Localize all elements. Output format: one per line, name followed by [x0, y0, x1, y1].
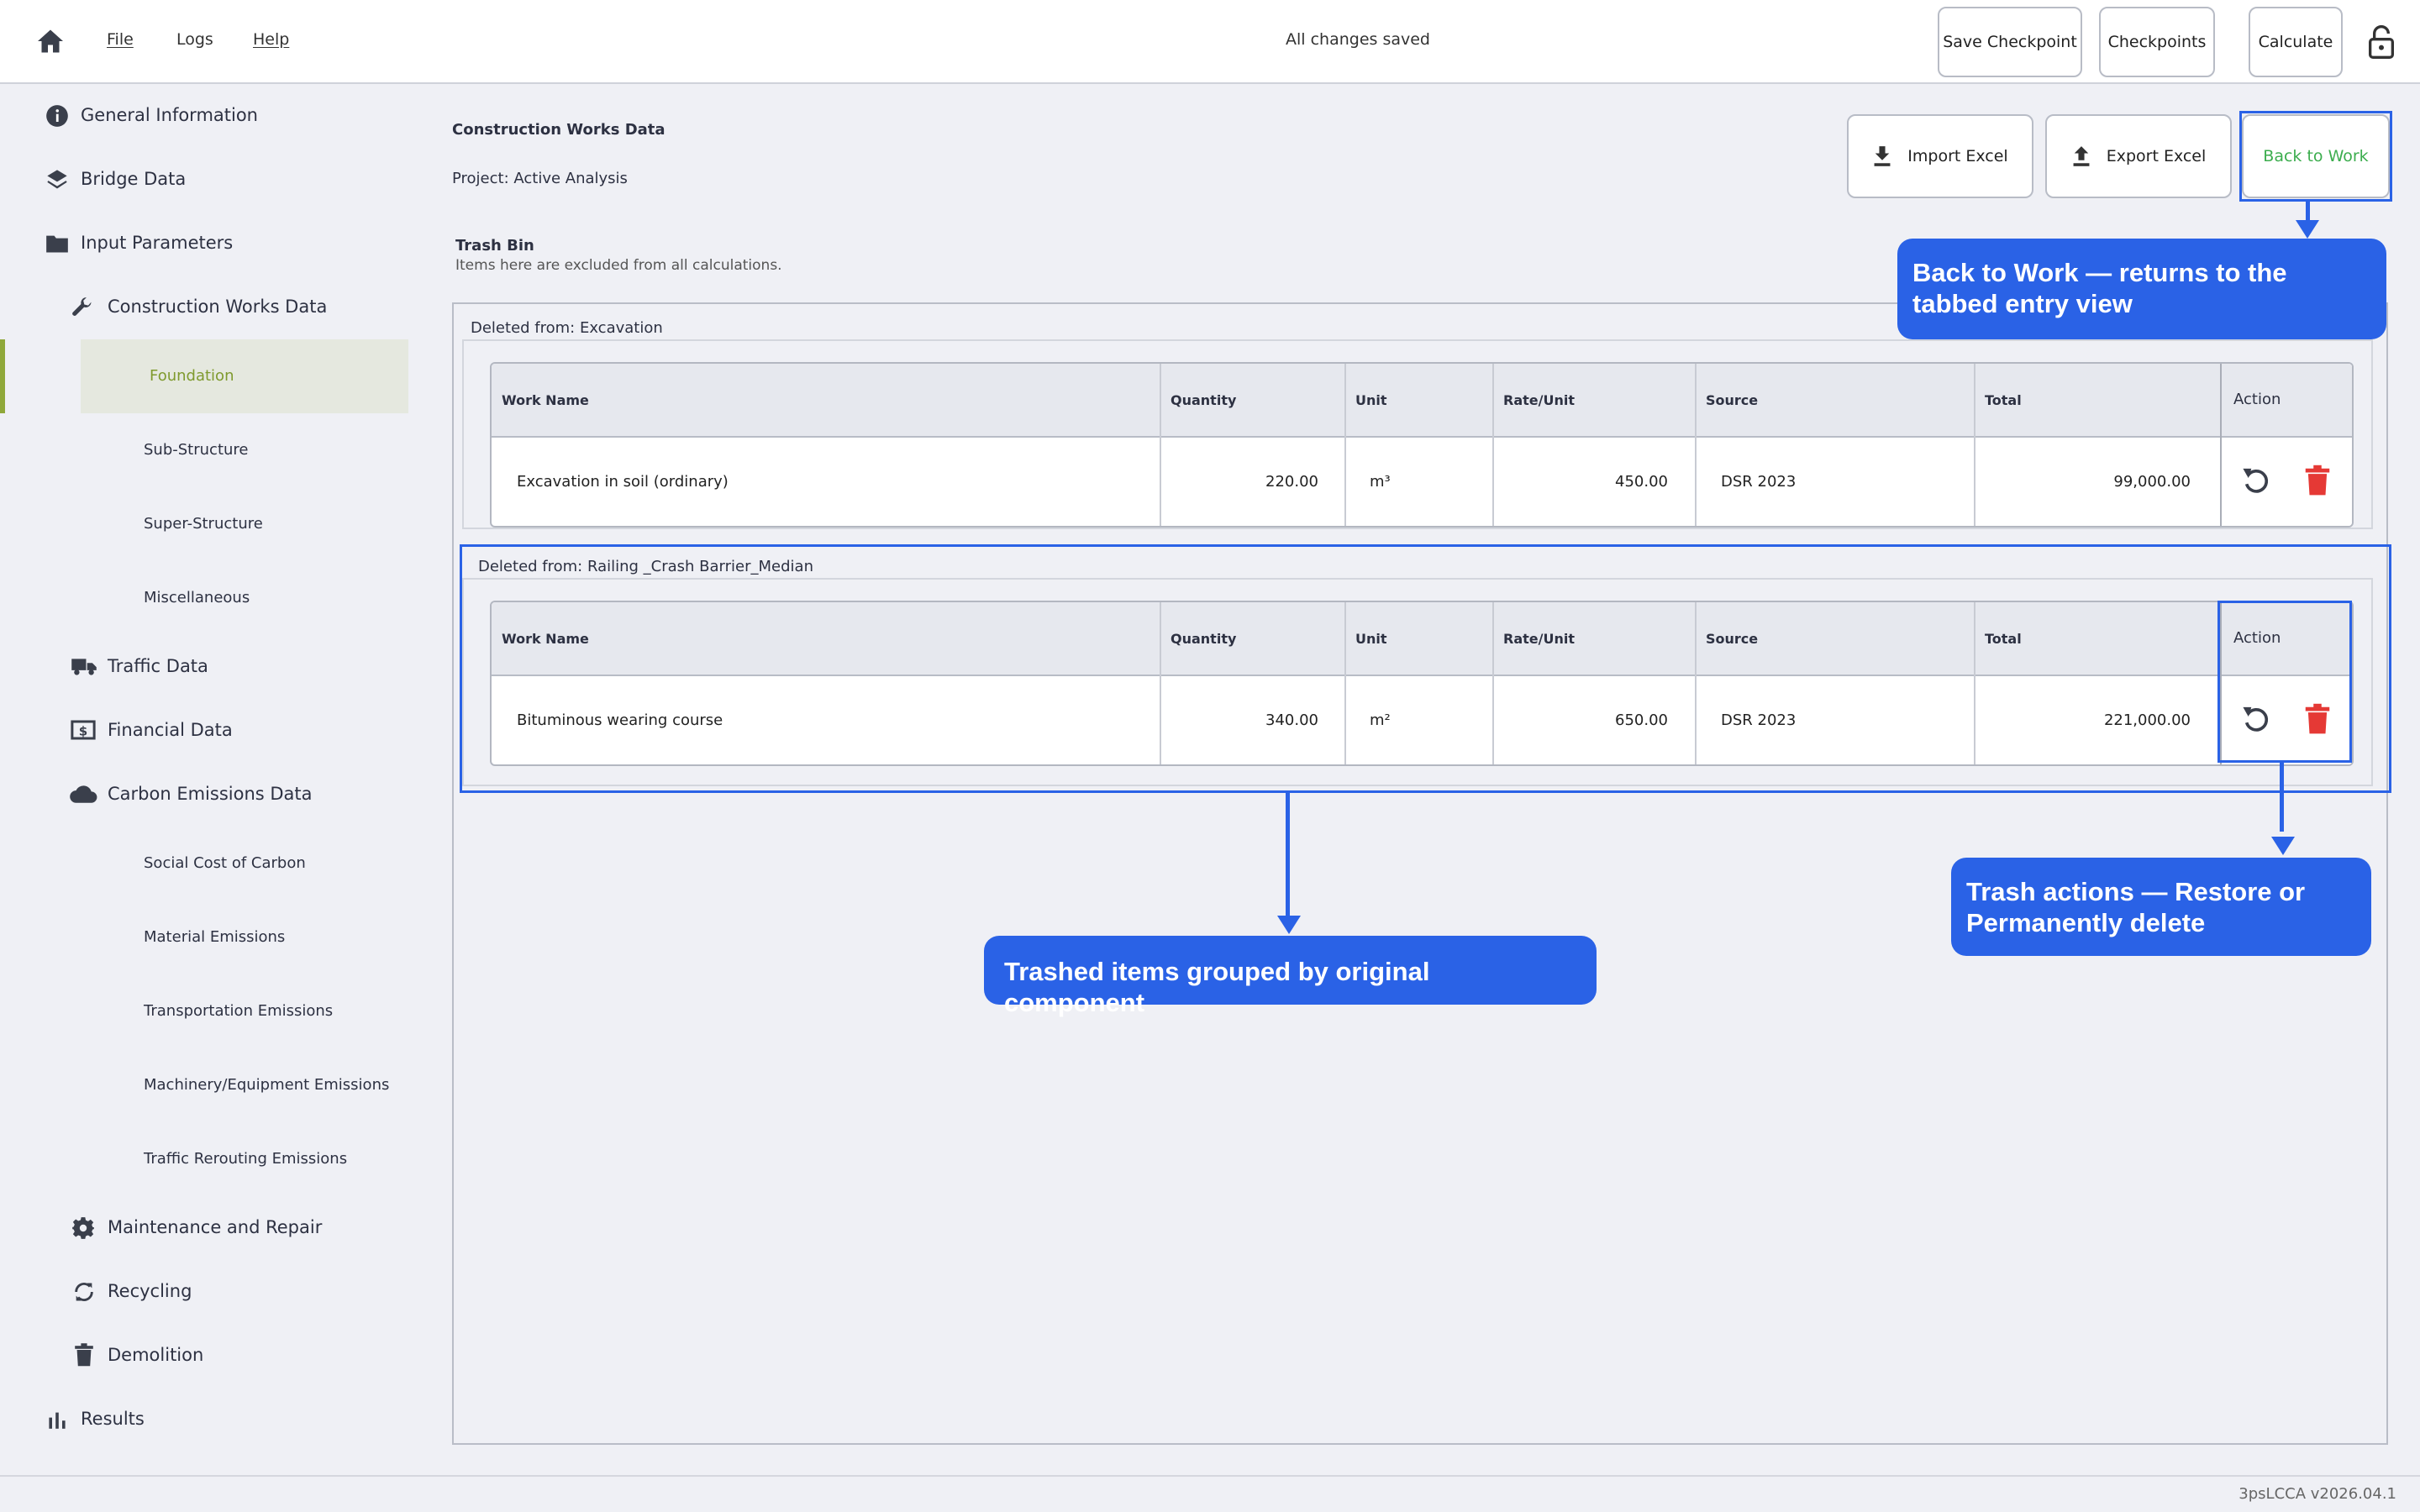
cloud-icon [70, 785, 97, 803]
save-checkpoint-button[interactable]: Save Checkpoint [1938, 7, 2082, 77]
highlight-action-column [2217, 601, 2352, 763]
menu-file[interactable]: File [107, 30, 134, 49]
menu-logs[interactable]: Logs [176, 30, 213, 49]
sidebar-item-demolition[interactable]: Demolition [108, 1345, 203, 1365]
restore-icon[interactable] [2242, 465, 2270, 496]
sidebar-item-general-information[interactable]: General Information [81, 105, 258, 125]
sidebar-item-material-emissions[interactable]: Material Emissions [144, 928, 285, 946]
sidebar-item-carbon-emissions-data[interactable]: Carbon Emissions Data [108, 784, 313, 804]
col-rate: Rate/Unit [1503, 392, 1575, 408]
cell-quantity: 220.00 [1265, 473, 1318, 491]
project-label: Project: Active Analysis [452, 170, 628, 187]
col-action: Action [2233, 391, 2281, 408]
sidebar-item-traffic-data[interactable]: Traffic Data [108, 656, 208, 676]
cell-work-name: Excavation in soil (ordinary) [517, 473, 729, 491]
sidebar-item-sub-structure[interactable]: Sub-Structure [144, 441, 249, 459]
trash-bin-note: Items here are excluded from all calcula… [455, 257, 782, 274]
callout-grouped: Trashed items grouped by original compon… [984, 936, 1597, 1017]
sidebar-item-input-parameters[interactable]: Input Parameters [81, 233, 233, 253]
highlight-group [460, 544, 2391, 793]
download-icon [1874, 146, 1891, 166]
col-quantity: Quantity [1171, 392, 1237, 408]
save-status: All changes saved [1286, 30, 1430, 49]
sidebar-item-machinery-emissions[interactable]: Machinery/Equipment Emissions [144, 1076, 389, 1094]
home-icon[interactable] [35, 29, 66, 54]
import-excel-label: Import Excel [1907, 147, 2008, 165]
cell-source: DSR 2023 [1721, 473, 1797, 491]
col-total: Total [1985, 392, 2022, 408]
col-source: Source [1706, 392, 1759, 408]
sidebar-item-miscellaneous[interactable]: Miscellaneous [144, 589, 250, 606]
recycle-icon [75, 1283, 93, 1301]
trash-table: Work Name Quantity Unit Rate/Unit Source… [490, 362, 2354, 528]
svg-text:$: $ [79, 723, 87, 738]
wrench-icon [72, 297, 92, 316]
truck-icon [71, 659, 97, 675]
table-header [492, 364, 2352, 438]
sidebar-item-financial-data[interactable]: Financial Data [108, 720, 233, 740]
sidebar-item-social-cost-of-carbon[interactable]: Social Cost of Carbon [144, 854, 306, 872]
checkpoints-button[interactable]: Checkpoints [2099, 7, 2215, 77]
import-excel-button[interactable]: Import Excel [1847, 114, 2033, 198]
layers-icon [47, 170, 67, 189]
sidebar-item-maintenance-and-repair[interactable]: Maintenance and Repair [108, 1217, 322, 1237]
arrow-head [2271, 837, 2295, 855]
sidebar-item-super-structure[interactable]: Super-Structure [144, 515, 263, 533]
upload-icon [2073, 146, 2090, 166]
sidebar-item-bridge-data[interactable]: Bridge Data [81, 169, 186, 189]
info-icon [46, 105, 68, 127]
callout-trash-actions: Trash actions — Restore or Permanently d… [1951, 858, 2371, 956]
arrow-head [1277, 916, 1301, 934]
gear-icon [72, 1217, 94, 1239]
calculate-button[interactable]: Calculate [2249, 7, 2343, 77]
lock-icon[interactable] [2367, 25, 2396, 59]
cell-unit: m³ [1370, 473, 1391, 491]
export-excel-label: Export Excel [2106, 147, 2207, 165]
page-title: Construction Works Data [452, 121, 666, 139]
top-bar: File Logs Help All changes saved Save Ch… [0, 0, 2420, 84]
active-item-background [81, 339, 408, 413]
export-excel-button[interactable]: Export Excel [2045, 114, 2232, 198]
sidebar-item-construction-works-data[interactable]: Construction Works Data [108, 297, 327, 317]
sidebar-item-foundation[interactable]: Foundation [150, 367, 234, 385]
active-indicator [0, 339, 5, 413]
cell-rate: 450.00 [1615, 473, 1668, 491]
arrow-head [2296, 220, 2319, 239]
trash-bin-title: Trash Bin [455, 237, 534, 255]
arrow [2280, 763, 2284, 832]
sidebar-item-transportation-emissions[interactable]: Transportation Emissions [144, 1002, 333, 1020]
folder-icon [46, 235, 68, 253]
action-column: Action [2220, 364, 2352, 526]
sidebar-item-recycling[interactable]: Recycling [108, 1281, 192, 1301]
money-icon: $ [71, 720, 96, 740]
col-unit: Unit [1355, 392, 1387, 408]
arrow [1286, 793, 1290, 917]
cell-total: 99,000.00 [2113, 473, 2191, 491]
highlight-back-to-work [2239, 111, 2392, 202]
sidebar-item-traffic-rerouting-emissions[interactable]: Traffic Rerouting Emissions [144, 1150, 347, 1168]
trash-icon [75, 1343, 93, 1367]
version-label: 3psLCCA v2026.04.1 [2238, 1485, 2396, 1503]
col-work-name: Work Name [502, 392, 589, 408]
bar-chart-icon [49, 1412, 66, 1429]
status-bar-divider [0, 1475, 2420, 1477]
group-title: Deleted from: Excavation [471, 319, 663, 337]
sidebar-item-results[interactable]: Results [81, 1409, 145, 1429]
delete-icon[interactable] [2304, 465, 2331, 496]
menu-help[interactable]: Help [253, 30, 289, 49]
callout-back-to-work: Back to Work — returns to the tabbed ent… [1897, 239, 2386, 339]
